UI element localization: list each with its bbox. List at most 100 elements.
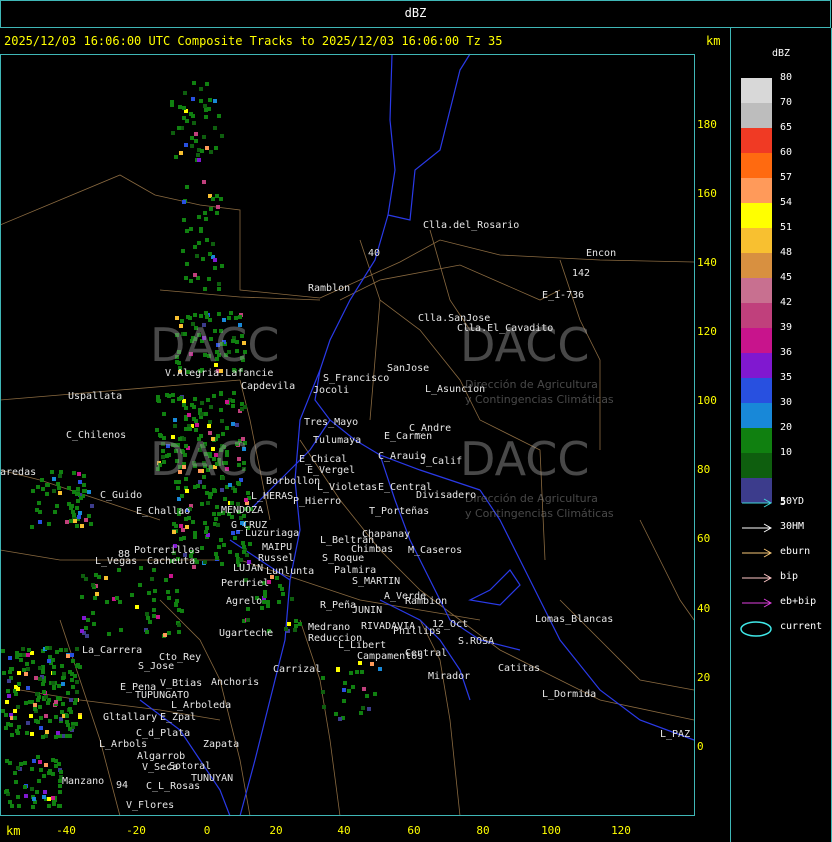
- y-tick: 0: [697, 740, 704, 753]
- place-label: S_Francisco: [323, 373, 390, 384]
- place-label: S_MARTIN: [352, 576, 401, 587]
- track-label: 50YD: [780, 496, 805, 507]
- place-label: Perdriel: [221, 578, 270, 589]
- place-label: Gltallary: [103, 712, 158, 723]
- place-label: Anchoris: [211, 677, 260, 688]
- x-tick: 40: [337, 824, 351, 837]
- place-label: T_Porteñas: [369, 506, 430, 517]
- y-tick: 20: [697, 671, 711, 684]
- place-label: L_Arbols: [99, 739, 148, 750]
- y-tick: 60: [697, 532, 711, 545]
- place-label: E_Zpal: [160, 712, 197, 723]
- place-label: C_Arauio: [378, 451, 427, 462]
- place-label: V_Flores: [126, 800, 175, 811]
- place-label: Campamentos: [357, 651, 424, 662]
- place-label: E_Chical: [299, 454, 348, 465]
- y-tick: 80: [697, 463, 711, 476]
- place-label: R_Peña: [320, 600, 357, 611]
- place-label: S_Roque: [322, 553, 365, 564]
- place-label: Ugarteche: [219, 628, 274, 639]
- place-label: L_HERAS: [251, 491, 294, 502]
- place-label: J_Calif: [420, 456, 463, 467]
- x-tick: 0: [203, 824, 211, 837]
- legend-value: 60: [780, 147, 793, 158]
- place-label: Capdevila: [241, 381, 296, 392]
- y-tick: 140: [697, 256, 717, 269]
- place-label: MENDOZA: [221, 505, 264, 516]
- y-tick: 160: [697, 187, 717, 200]
- place-label: C_Chilenos: [66, 430, 127, 441]
- legend-value: 10: [780, 447, 793, 458]
- x-tick: 20: [269, 824, 283, 837]
- legend-value: 51: [780, 222, 793, 233]
- place-label: Zapata: [203, 739, 240, 750]
- place-label: E_1-736: [542, 290, 585, 301]
- place-label: aredas: [0, 467, 37, 478]
- place-label: L_Violetas: [317, 482, 378, 493]
- place-label: Ramblon: [308, 283, 351, 294]
- place-label: L_Vegas: [95, 556, 138, 567]
- legend-value: 48: [780, 247, 793, 258]
- place-label: C_d_Plata: [136, 728, 191, 739]
- place-label: SanJose: [387, 363, 430, 374]
- x-tick: 120: [611, 824, 631, 837]
- place-label: L_Dormida: [542, 689, 597, 700]
- track-label: 30HM: [780, 521, 805, 532]
- place-label: Uspallata: [68, 391, 123, 402]
- place-label: V.Alegria.Lafancie: [165, 368, 274, 379]
- place-label: E_Vergel: [307, 465, 356, 476]
- place-label: Mirador: [428, 671, 471, 682]
- legend-title: dBZ: [772, 48, 791, 59]
- legend-value: 70: [780, 97, 793, 108]
- place-label: M_Caseros: [408, 545, 463, 556]
- place-label: Carrizal: [273, 664, 322, 675]
- y-tick: 120: [697, 325, 717, 338]
- place-label: Russel: [258, 553, 295, 564]
- y-tick: 100: [697, 394, 717, 407]
- y-tick: 180: [697, 118, 717, 131]
- place-label: La_Carrera: [82, 645, 143, 656]
- place-label: L_Libert: [338, 640, 387, 651]
- track-label: current: [780, 621, 823, 632]
- place-label: MAIPU: [262, 542, 293, 553]
- legend-value: 57: [780, 172, 793, 183]
- place-label: 40: [368, 248, 381, 259]
- place-label: LUJAN: [233, 563, 264, 574]
- y-tick: 40: [697, 602, 711, 615]
- place-label: Cacheuta: [147, 556, 196, 567]
- place-label: Clla.del_Rosario: [423, 220, 520, 231]
- x-tick: 60: [407, 824, 421, 837]
- place-label: JUNIN: [352, 605, 383, 616]
- place-label: Borbollon: [266, 476, 321, 487]
- place-label: L_Arboleda: [171, 700, 232, 711]
- place-label: P_Hierro: [293, 496, 342, 507]
- legend-value: 54: [780, 197, 793, 208]
- place-label: S.ROSA: [458, 636, 495, 647]
- place-label: Agrelo: [226, 596, 263, 607]
- track-label: eb+bip: [780, 596, 817, 607]
- place-label: Palmira: [334, 565, 377, 576]
- track-label: eburn: [780, 546, 811, 557]
- place-label: L_Asuncion: [425, 384, 486, 395]
- place-label: Lomas_Blancas: [535, 614, 614, 625]
- place-label: E_Challao: [136, 506, 191, 517]
- legend-value: 45: [780, 272, 793, 283]
- place-label: Tulumaya: [313, 435, 362, 446]
- legend-value: 36: [780, 347, 793, 358]
- place-label: Clla.El_Cavadito: [457, 323, 554, 334]
- x-tick: -40: [56, 824, 76, 837]
- x-tick: 80: [476, 824, 490, 837]
- watermark-line2: y Contingencias Climáticas: [465, 393, 614, 406]
- legend-value: 65: [780, 122, 793, 133]
- place-label: Phillips: [393, 626, 442, 637]
- place-label: E_Carmen: [384, 431, 433, 442]
- place-label: 142: [572, 268, 591, 279]
- legend-value: 42: [780, 297, 793, 308]
- place-label: Encon: [586, 248, 617, 259]
- watermark-brand: DACC: [460, 432, 590, 486]
- watermark-line2: y Contingencias Climáticas: [465, 507, 614, 520]
- x-tick: -20: [126, 824, 146, 837]
- watermark-brand: DACC: [150, 318, 280, 372]
- legend-value: 35: [780, 372, 793, 383]
- place-label: C_Guido: [100, 490, 143, 501]
